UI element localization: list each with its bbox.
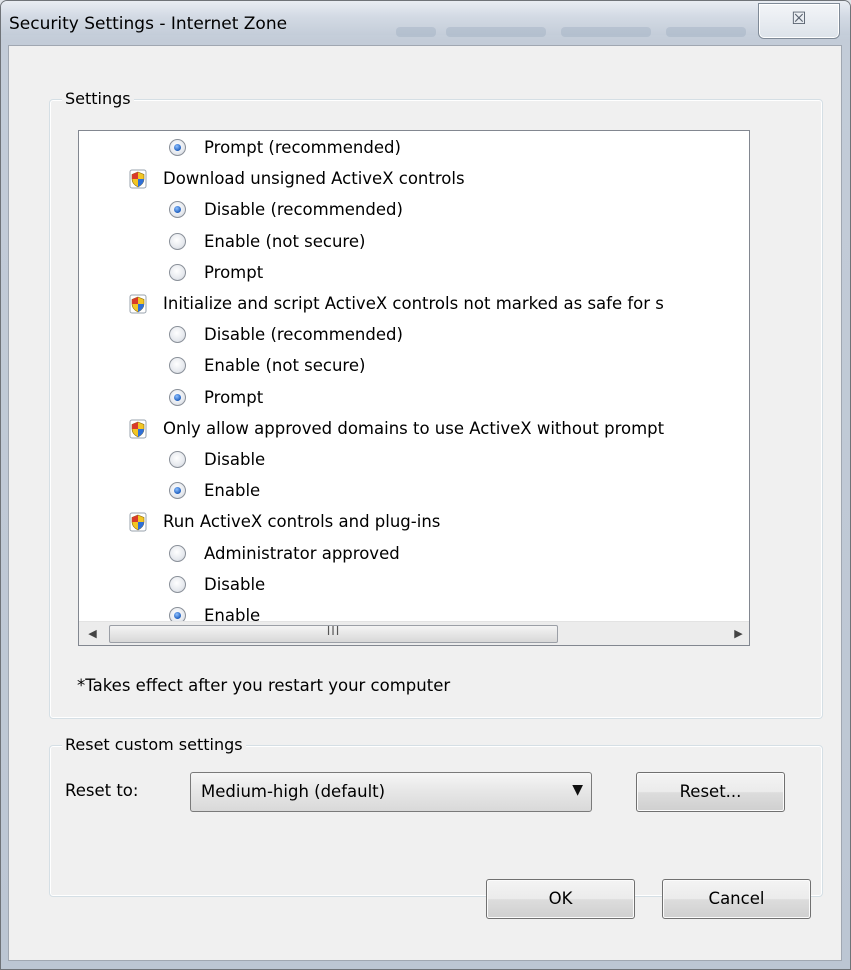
- setting-option-label: Prompt (recommended): [204, 138, 401, 157]
- radio-selected-icon[interactable]: [169, 482, 186, 500]
- setting-category-label: Initialize and script ActiveX controls n…: [163, 294, 664, 313]
- setting-option-radio[interactable]: Disable (recommended): [169, 319, 403, 350]
- setting-option-radio[interactable]: Enable: [169, 600, 261, 621]
- radio-unselected-icon[interactable]: [169, 326, 186, 344]
- reset-group: Reset custom settings: [49, 735, 823, 897]
- background-tab-ghost: [446, 27, 546, 37]
- setting-option-label: Disable (recommended): [204, 325, 403, 345]
- close-icon: ☒: [791, 9, 807, 29]
- dialog-client-area: Settings Prompt (recommended) Download un…: [8, 45, 842, 961]
- shield-icon: [129, 294, 147, 314]
- radio-selected-icon[interactable]: [169, 201, 186, 219]
- horizontal-scroll-thumb[interactable]: III: [109, 624, 558, 643]
- settings-list-content: Prompt (recommended) Download unsigned Ac…: [79, 131, 749, 621]
- setting-option-label: Disable: [204, 450, 266, 469]
- radio-selected-icon[interactable]: [169, 388, 186, 406]
- setting-option-radio[interactable]: Enable: [169, 475, 261, 506]
- horizontal-scrollbar[interactable]: ◀ III ▶: [79, 621, 749, 645]
- radio-unselected-icon[interactable]: [169, 544, 186, 562]
- chevron-down-icon: ▼: [572, 782, 583, 798]
- setting-option-label: Enable (not secure): [204, 231, 366, 251]
- security-settings-dialog: Security Settings - Internet Zone ☒ Sett…: [0, 0, 851, 970]
- reset-to-label: Reset to:: [65, 781, 139, 800]
- scroll-left-icon[interactable]: ◀: [83, 627, 102, 640]
- setting-category-label: Run ActiveX controls and plug-ins: [163, 512, 441, 532]
- shield-icon: [129, 169, 147, 189]
- setting-option-radio[interactable]: Prompt: [169, 382, 264, 413]
- close-button[interactable]: ☒: [758, 3, 840, 39]
- radio-unselected-icon[interactable]: [169, 357, 186, 375]
- setting-category-label: Download unsigned ActiveX controls: [163, 169, 465, 189]
- scroll-right-icon[interactable]: ▶: [729, 627, 748, 640]
- radio-selected-icon[interactable]: [169, 607, 186, 621]
- setting-option-label: Enable: [204, 606, 261, 621]
- setting-option-radio[interactable]: Disable (recommended): [169, 194, 403, 225]
- reset-button[interactable]: Reset...: [636, 772, 785, 812]
- reset-group-label: Reset custom settings: [62, 735, 246, 754]
- setting-option-radio[interactable]: Disable: [169, 444, 266, 475]
- scroll-grip-icon: III: [326, 624, 341, 638]
- reset-level-value: Medium-high (default): [201, 782, 386, 801]
- setting-category[interactable]: Run ActiveX controls and plug-ins: [129, 506, 441, 537]
- radio-unselected-icon[interactable]: [169, 575, 186, 593]
- background-tab-ghost: [561, 27, 651, 37]
- ok-button[interactable]: OK: [486, 879, 635, 919]
- shield-icon: [129, 419, 147, 439]
- reset-level-dropdown[interactable]: Medium-high (default) ▼: [190, 772, 592, 812]
- setting-category[interactable]: Download unsigned ActiveX controls: [129, 163, 465, 194]
- cancel-button[interactable]: Cancel: [662, 879, 811, 919]
- title-bar[interactable]: Security Settings - Internet Zone ☒: [1, 1, 850, 39]
- setting-option-label: Disable (recommended): [204, 200, 403, 220]
- setting-option-radio[interactable]: Enable (not secure): [169, 226, 366, 257]
- setting-category[interactable]: Only allow approved domains to use Activ…: [129, 413, 665, 444]
- setting-option-label: Prompt: [204, 262, 264, 282]
- setting-option-radio[interactable]: Prompt (recommended): [169, 132, 401, 163]
- setting-option-radio[interactable]: Prompt: [169, 257, 264, 288]
- radio-unselected-icon[interactable]: [169, 263, 186, 281]
- background-tab-ghost: [396, 27, 436, 37]
- setting-option-label: Enable (not secure): [204, 356, 366, 376]
- setting-option-radio[interactable]: Enable (not secure): [169, 350, 366, 381]
- setting-option-radio[interactable]: Administrator approved: [169, 538, 400, 569]
- radio-selected-icon[interactable]: [169, 139, 186, 156]
- window-title: Security Settings - Internet Zone: [9, 14, 288, 34]
- restart-note: *Takes effect after you restart your com…: [77, 676, 451, 695]
- settings-list[interactable]: Prompt (recommended) Download unsigned Ac…: [78, 130, 750, 646]
- shield-icon: [129, 512, 147, 532]
- background-tab-ghost: [666, 27, 746, 37]
- setting-option-label: Disable: [204, 574, 266, 594]
- radio-unselected-icon[interactable]: [169, 232, 186, 250]
- setting-option-label: Enable: [204, 481, 261, 501]
- setting-option-label: Prompt: [204, 387, 264, 407]
- setting-option-radio[interactable]: Disable: [169, 569, 266, 600]
- settings-group-label: Settings: [62, 89, 134, 108]
- setting-option-label: Administrator approved: [204, 543, 400, 563]
- setting-category-label: Only allow approved domains to use Activ…: [163, 418, 665, 438]
- setting-category[interactable]: Initialize and script ActiveX controls n…: [129, 288, 664, 319]
- radio-unselected-icon[interactable]: [169, 451, 186, 468]
